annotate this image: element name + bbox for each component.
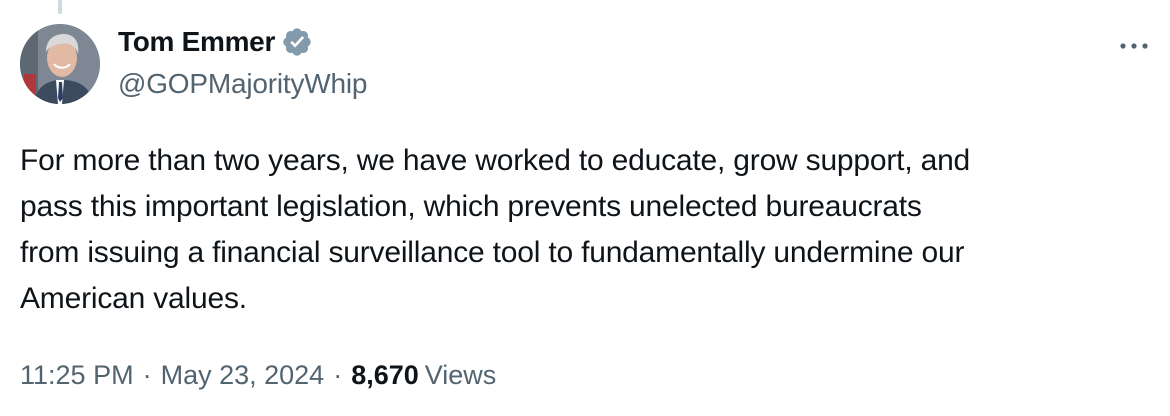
tweet-metadata: 11:25 PM · May 23, 2024 · 8,670 Views	[20, 360, 496, 391]
more-horizontal-icon	[1120, 43, 1148, 49]
views-label[interactable]: Views	[425, 360, 497, 391]
author-name-row: Tom Emmer	[118, 26, 313, 58]
separator-dot: ·	[142, 360, 152, 390]
thread-connector-line	[58, 0, 62, 14]
verified-badge-icon[interactable]	[281, 26, 313, 58]
author-display-name[interactable]: Tom Emmer	[118, 26, 275, 58]
tweet-date[interactable]: May 23, 2024	[161, 360, 325, 391]
author-handle[interactable]: @GOPMajorityWhip	[118, 68, 367, 100]
tweet-text: For more than two years, we have worked …	[20, 144, 971, 315]
more-options-button[interactable]	[1112, 24, 1156, 68]
separator-dot: ·	[333, 360, 343, 390]
views-count[interactable]: 8,670	[351, 360, 419, 391]
tweet-time[interactable]: 11:25 PM	[20, 360, 134, 391]
avatar[interactable]	[20, 24, 100, 104]
avatar-image	[20, 24, 100, 104]
